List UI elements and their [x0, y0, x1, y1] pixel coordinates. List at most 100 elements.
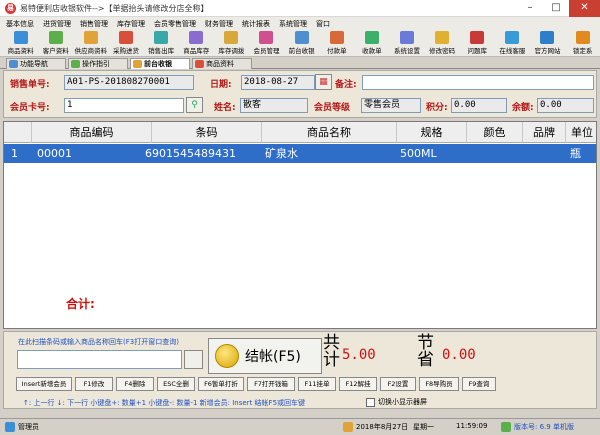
tab-checkout[interactable]: 前台收银	[130, 58, 190, 69]
tab-product-info[interactable]: 商品资料	[192, 58, 252, 69]
keyboard-hint: ↑: 上一行 ↓: 下一行 小键盘+: 数量+1 小键盘-: 数量-1 新增会员…	[23, 399, 306, 407]
row-brand	[523, 144, 566, 163]
toolbar-icon	[399, 31, 414, 44]
close-button[interactable]: ✕	[569, 0, 600, 17]
function-keys: Insert新增会员 F1修改 F4删除 ESC全删 F6暂单打折 F7打开钱箱…	[16, 377, 496, 391]
row-index: 1	[11, 147, 18, 160]
toolbar-icon	[435, 31, 450, 44]
toolbar-button-10[interactable]: 收款单	[354, 30, 389, 57]
tab-bar: 功能导航 操作指引 前台收银 商品资料	[0, 57, 600, 69]
status-version: 版本号: 6.9 单机版	[514, 423, 574, 431]
query-button[interactable]: F9查询	[462, 377, 496, 391]
menu-window[interactable]: 窗口	[316, 19, 330, 29]
menu-inventory[interactable]: 库存管理	[117, 19, 145, 29]
member-name-label: 姓名:	[214, 103, 236, 113]
add-member-button[interactable]: Insert新增会员	[16, 377, 72, 391]
grid-header-name[interactable]: 商品名称	[262, 122, 397, 143]
window-title: 易特便利店收银软件-->【单据抬头请修改分店全称】	[20, 3, 209, 13]
member-search-icon[interactable]: ⚲	[186, 97, 203, 113]
toolbar-button-0[interactable]: 商品资料	[3, 30, 38, 57]
tab-function-nav[interactable]: 功能导航	[6, 58, 66, 69]
grid-header-spec[interactable]: 规格	[397, 122, 467, 143]
coins-icon	[215, 344, 239, 368]
date-field[interactable]: 2018-08-27	[241, 75, 315, 90]
calendar-icon[interactable]: ▦	[315, 74, 332, 90]
member-level-label: 会员等级	[314, 103, 351, 113]
toolbar-icon	[575, 31, 590, 44]
grid-header-index	[4, 122, 32, 143]
balance-field: 0.00	[537, 98, 594, 113]
toolbar-button-14[interactable]: 在线客服	[495, 30, 530, 57]
toolbar: 商品资料 客户资料 供应商资料 采购进货 销售出库 商品库存 库存调拨 会员管理 前台收银 付款单…	[0, 30, 600, 57]
toolbar-button-11[interactable]: 系统设置	[389, 30, 424, 57]
note-field[interactable]	[362, 75, 594, 90]
menu-basic-info[interactable]: 基本信息	[6, 19, 34, 29]
settings-button[interactable]: F2设置	[380, 377, 416, 391]
menu-member-retail[interactable]: 会员零售管理	[154, 19, 196, 29]
note-label: 备注:	[335, 80, 357, 90]
saved-label: 节省	[417, 333, 434, 370]
row-color	[467, 144, 523, 163]
second-display-checkbox[interactable]	[366, 398, 375, 407]
grid-header-brand[interactable]: 品牌	[523, 122, 566, 143]
toolbar-button-6[interactable]: 库存调拨	[214, 30, 249, 57]
grid-header-barcode[interactable]: 条码	[152, 122, 262, 143]
menu-reports[interactable]: 统计报表	[242, 19, 270, 29]
grid-total-label: 合计:	[66, 297, 95, 311]
menu-system[interactable]: 系统管理	[279, 19, 307, 29]
suspend-button[interactable]: F11挂单	[298, 377, 336, 391]
toolbar-button-12[interactable]: 修改密码	[425, 30, 460, 57]
total-sum-label: 共计	[323, 333, 340, 370]
toolbar-icon	[364, 31, 379, 44]
grid-header-code[interactable]: 商品编码	[32, 122, 152, 143]
toolbar-button-2[interactable]: 供应商资料	[73, 30, 108, 57]
delete-all-button[interactable]: ESC全删	[157, 377, 195, 391]
menu-sales[interactable]: 销售管理	[80, 19, 108, 29]
delete-button[interactable]: F4删除	[116, 377, 154, 391]
cashier-icon	[133, 60, 142, 68]
toolbar-icon	[13, 31, 28, 44]
tab-guide[interactable]: 操作指引	[68, 58, 128, 69]
toolbar-button-5[interactable]: 商品库存	[179, 30, 214, 57]
toolbar-button-3[interactable]: 采购进货	[108, 30, 143, 57]
table-row[interactable]: 1 00001 6901545489431 矿泉水 500ML 瓶	[4, 144, 596, 163]
toolbar-icon	[505, 31, 520, 44]
version-icon	[501, 422, 511, 432]
toolbar-button-8[interactable]: 前台收银	[284, 30, 319, 57]
minimize-button[interactable]: –	[517, 0, 543, 17]
member-card-label: 会员卡号:	[10, 103, 50, 113]
checkout-panel: 在此扫描条码或输入商品名称回车(F3打开窗口查询) 结帐(F5) 共计 5.00…	[3, 331, 597, 409]
barcode-scan-input[interactable]	[17, 350, 182, 369]
salesperson-button[interactable]: F8导购员	[419, 377, 459, 391]
toolbar-button-1[interactable]: 客户资料	[38, 30, 73, 57]
toolbar-button-15[interactable]: 官方网站	[530, 30, 565, 57]
menu-finance[interactable]: 财务管理	[205, 19, 233, 29]
product-search-icon[interactable]	[184, 350, 203, 369]
hold-discount-button[interactable]: F6暂单打折	[198, 377, 244, 391]
order-no-field: A01-PS-201808270001	[64, 75, 194, 90]
user-icon	[5, 422, 15, 432]
toolbar-button-4[interactable]: 销售出库	[144, 30, 179, 57]
toolbar-button-9[interactable]: 付款单	[319, 30, 354, 57]
toolbar-button-13[interactable]: 问题库	[460, 30, 495, 57]
toolbar-button-7[interactable]: 会员管理	[249, 30, 284, 57]
modify-button[interactable]: F1修改	[75, 377, 113, 391]
member-name-field: 散客	[240, 98, 308, 113]
app-logo-icon: 易	[5, 2, 16, 14]
calendar-small-icon	[343, 422, 353, 432]
resume-button[interactable]: F12解挂	[339, 377, 377, 391]
toolbar-icon	[329, 31, 344, 44]
maximize-button[interactable]: □	[543, 0, 569, 17]
menu-purchase[interactable]: 进货管理	[43, 19, 71, 29]
member-card-field[interactable]: 1	[64, 98, 184, 113]
grid-header-color[interactable]: 颜色	[467, 122, 523, 143]
toolbar-icon	[294, 31, 309, 44]
checkout-button[interactable]: 结帐(F5)	[208, 338, 322, 374]
open-drawer-button[interactable]: F7打开钱箱	[247, 377, 295, 391]
toolbar-button-16[interactable]: 锁定系	[565, 30, 600, 57]
grid-header-unit[interactable]: 单位	[566, 122, 596, 143]
status-weekday: 星期一	[413, 423, 434, 431]
order-header-panel: 销售单号: A01-PS-201808270001 日期: 2018-08-27…	[3, 70, 597, 118]
order-no-label: 销售单号:	[10, 80, 50, 90]
toolbar-icon	[540, 31, 555, 44]
